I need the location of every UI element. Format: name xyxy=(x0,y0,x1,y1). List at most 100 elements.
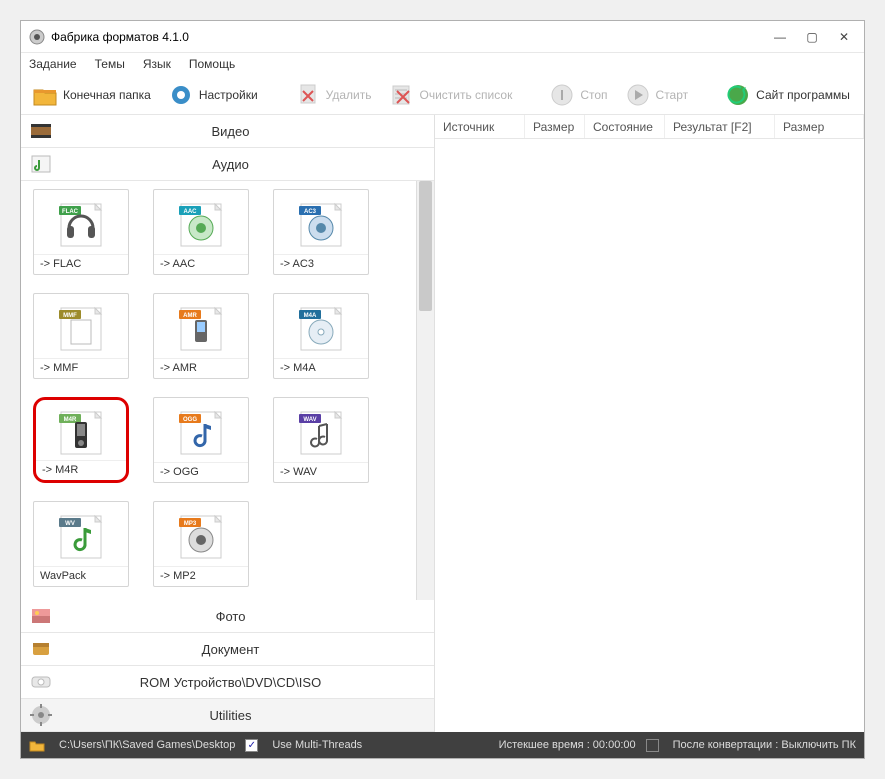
output-folder-button[interactable]: Конечная папка xyxy=(27,79,155,111)
formats-container: FLAC -> FLAC AAC -> AAC AC3 -> AC3 MMF -… xyxy=(21,181,434,600)
afterconv-checkbox[interactable] xyxy=(646,739,659,752)
menu-lang[interactable]: Язык xyxy=(143,57,171,71)
format-mmf-label: -> MMF xyxy=(34,358,128,378)
category-video-label: Видео xyxy=(61,124,434,139)
category-rom[interactable]: ROM Устройство\DVD\CD\ISO xyxy=(21,666,434,699)
format-aac-label: -> AAC xyxy=(154,254,248,274)
format-m4a[interactable]: M4A -> M4A xyxy=(273,293,369,379)
category-photo[interactable]: Фото xyxy=(21,600,434,633)
clear-list-button[interactable]: Очистить список xyxy=(383,79,516,111)
right-panel: Источник Размер Состояние Результат [F2]… xyxy=(435,115,864,732)
svg-text:WV: WV xyxy=(65,521,75,527)
menu-themes[interactable]: Темы xyxy=(95,57,125,71)
category-photo-label: Фото xyxy=(61,609,434,624)
minimize-button[interactable]: — xyxy=(774,31,786,43)
photo-icon xyxy=(29,604,53,628)
format-aac[interactable]: AAC -> AAC xyxy=(153,189,249,275)
svg-text:AC3: AC3 xyxy=(304,209,317,215)
format-mmf-icon: MMF xyxy=(34,294,128,358)
format-mp2[interactable]: MP3 -> MP2 xyxy=(153,501,249,587)
svg-text:M4R: M4R xyxy=(64,417,77,423)
menubar: Задание Темы Язык Помощь xyxy=(21,53,864,75)
stop-icon xyxy=(548,81,576,109)
category-utilities-label: Utilities xyxy=(61,708,434,723)
app-title: Фабрика форматов 4.1.0 xyxy=(51,30,774,44)
start-button[interactable]: Старт xyxy=(620,79,693,111)
format-wavpack[interactable]: WV WavPack xyxy=(33,501,129,587)
titlebar: Фабрика форматов 4.1.0 — ▢ ✕ xyxy=(21,21,864,53)
delete-button[interactable]: Удалить xyxy=(290,79,376,111)
svg-text:MMF: MMF xyxy=(63,313,77,319)
utilities-icon xyxy=(29,703,53,727)
category-audio-label: Аудио xyxy=(61,157,434,172)
globe-icon xyxy=(724,81,752,109)
column-headers: Источник Размер Состояние Результат [F2]… xyxy=(435,115,864,139)
menu-task[interactable]: Задание xyxy=(29,57,77,71)
format-m4r-label: -> M4R xyxy=(36,460,126,480)
app-window: Фабрика форматов 4.1.0 — ▢ ✕ Задание Тем… xyxy=(20,20,865,759)
svg-text:MP3: MP3 xyxy=(184,521,197,527)
format-wavpack-icon: WV xyxy=(34,502,128,566)
format-amr-icon: AMR xyxy=(154,294,248,358)
document-icon xyxy=(29,637,53,661)
category-audio[interactable]: Аудио xyxy=(21,148,434,181)
stop-button[interactable]: Стоп xyxy=(544,79,611,111)
format-wav-icon: WAV xyxy=(274,398,368,462)
main-body: Видео Аудио FLAC -> FLAC AAC -> AAC AC3 xyxy=(21,115,864,732)
formats-grid: FLAC -> FLAC AAC -> AAC AC3 -> AC3 MMF -… xyxy=(21,181,416,600)
scrollbar[interactable] xyxy=(416,181,434,600)
col-size[interactable]: Размер xyxy=(525,115,585,138)
format-wav-label: -> WAV xyxy=(274,462,368,482)
format-wavpack-label: WavPack xyxy=(34,566,128,586)
scrollbar-thumb[interactable] xyxy=(419,181,432,311)
category-video[interactable]: Видео xyxy=(21,115,434,148)
format-ac3-icon: AC3 xyxy=(274,190,368,254)
disc-icon xyxy=(29,670,53,694)
video-icon xyxy=(29,119,53,143)
svg-text:M4A: M4A xyxy=(304,313,317,319)
menu-help[interactable]: Помощь xyxy=(189,57,235,71)
category-rom-label: ROM Устройство\DVD\CD\ISO xyxy=(61,675,434,690)
format-ogg-icon: OGG xyxy=(154,398,248,462)
gear-icon xyxy=(167,81,195,109)
format-ogg-label: -> OGG xyxy=(154,462,248,482)
play-icon xyxy=(624,81,652,109)
statusbar: C:\Users\ПК\Saved Games\Desktop ✓ Use Mu… xyxy=(21,732,864,758)
audio-icon xyxy=(29,152,53,176)
format-m4a-label: -> M4A xyxy=(274,358,368,378)
category-document-label: Документ xyxy=(61,642,434,657)
col-result[interactable]: Результат [F2] xyxy=(665,115,775,138)
format-amr-label: -> AMR xyxy=(154,358,248,378)
format-mmf[interactable]: MMF -> MMF xyxy=(33,293,129,379)
site-button[interactable]: Сайт программы xyxy=(720,79,854,111)
format-flac[interactable]: FLAC -> FLAC xyxy=(33,189,129,275)
folder-small-icon xyxy=(29,738,45,752)
format-aac-icon: AAC xyxy=(154,190,248,254)
category-utilities[interactable]: Utilities xyxy=(21,699,434,732)
clear-list-icon xyxy=(387,81,415,109)
folder-icon xyxy=(31,81,59,109)
format-ogg[interactable]: OGG -> OGG xyxy=(153,397,249,483)
multithreads-label: Use Multi-Threads xyxy=(272,739,362,751)
category-document[interactable]: Документ xyxy=(21,633,434,666)
svg-text:AMR: AMR xyxy=(183,313,197,319)
format-mp2-icon: MP3 xyxy=(154,502,248,566)
svg-text:WAV: WAV xyxy=(303,417,316,423)
svg-text:OGG: OGG xyxy=(183,417,197,423)
col-source[interactable]: Источник xyxy=(435,115,525,138)
format-m4r[interactable]: M4R -> M4R xyxy=(33,397,129,483)
format-wav[interactable]: WAV -> WAV xyxy=(273,397,369,483)
col-size2[interactable]: Размер xyxy=(775,115,864,138)
afterconv-label: После конвертации : Выключить ПК xyxy=(673,739,856,751)
settings-button[interactable]: Настройки xyxy=(163,79,262,111)
multithreads-checkbox[interactable]: ✓ xyxy=(245,739,258,752)
output-path[interactable]: C:\Users\ПК\Saved Games\Desktop xyxy=(59,739,235,751)
window-controls: — ▢ ✕ xyxy=(774,31,856,43)
maximize-button[interactable]: ▢ xyxy=(806,31,818,43)
format-flac-icon: FLAC xyxy=(34,190,128,254)
col-state[interactable]: Состояние xyxy=(585,115,665,138)
format-amr[interactable]: AMR -> AMR xyxy=(153,293,249,379)
close-button[interactable]: ✕ xyxy=(838,31,850,43)
toolbar: Конечная папка Настройки Удалить Очистит… xyxy=(21,75,864,115)
format-ac3[interactable]: AC3 -> AC3 xyxy=(273,189,369,275)
